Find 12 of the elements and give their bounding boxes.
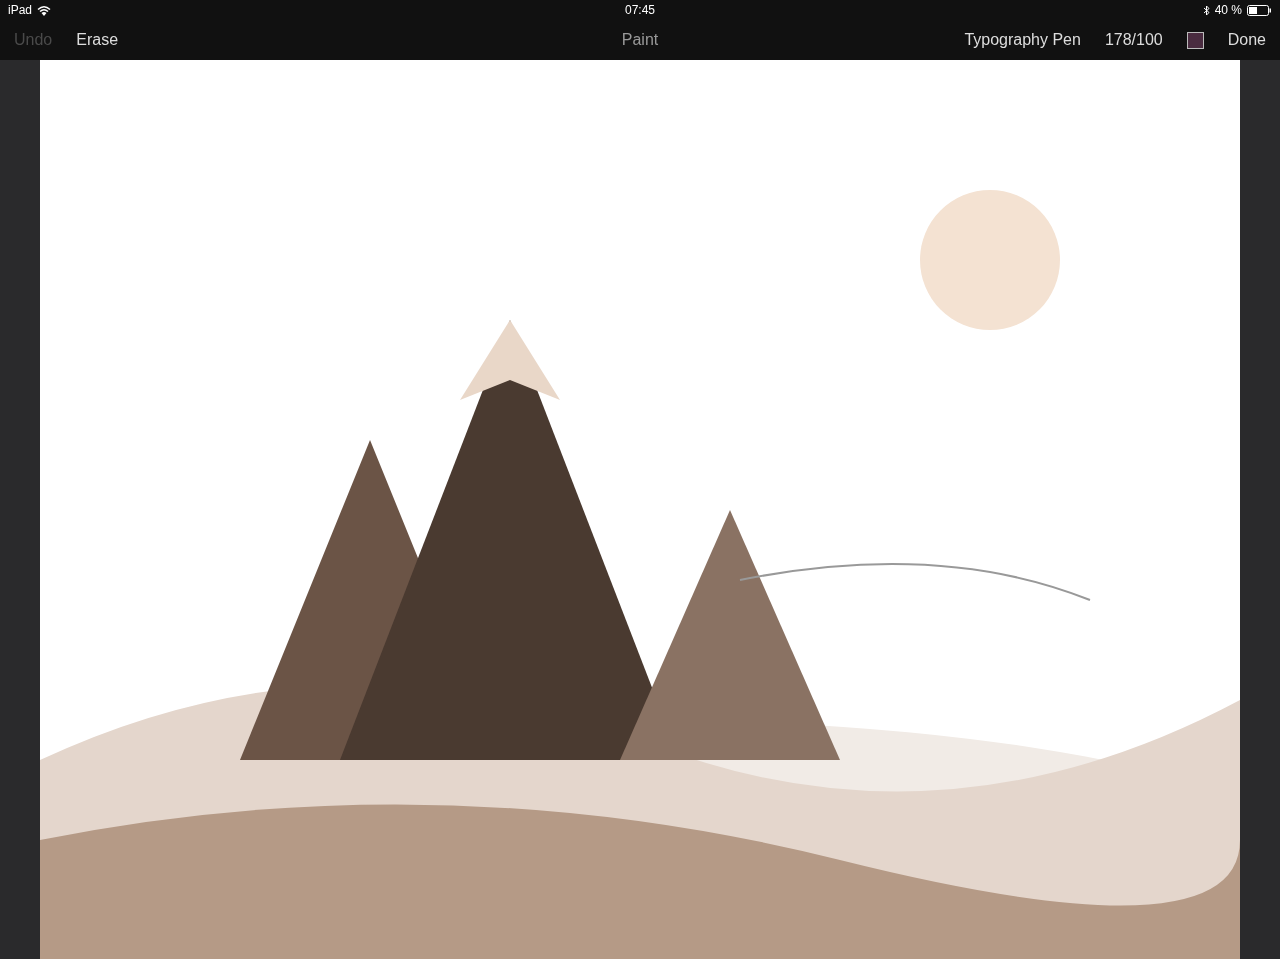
clock: 07:45	[625, 3, 655, 17]
brush-size[interactable]: 178/100	[1104, 31, 1163, 49]
erase-button[interactable]: Erase	[76, 31, 119, 49]
device-name: iPad	[8, 3, 33, 17]
battery-percentage: 40 %	[1214, 3, 1242, 17]
battery-icon	[1247, 4, 1272, 16]
wifi-icon	[37, 4, 52, 16]
brush-selector[interactable]: Typography Pen	[964, 31, 1081, 49]
bluetooth-icon	[1202, 4, 1210, 16]
color-swatch[interactable]	[1186, 31, 1204, 49]
done-button[interactable]: Done	[1227, 31, 1266, 49]
toolbar-title: Paint	[621, 31, 659, 49]
